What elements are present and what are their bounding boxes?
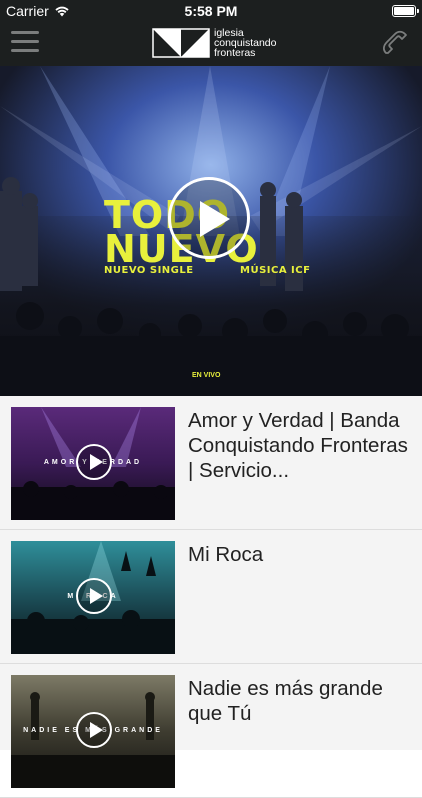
video-list: AMOR Y VERDAD Amor y Verdad | Banda Conq… <box>0 396 422 798</box>
hamburger-menu-icon[interactable] <box>11 31 39 55</box>
hero-subtitle-right: MÚSICA ICF <box>240 265 311 276</box>
video-list-item[interactable]: AMOR Y VERDAD Amor y Verdad | Banda Conq… <box>0 396 422 530</box>
play-icon[interactable] <box>76 578 112 614</box>
logo-mark-icon <box>152 28 210 58</box>
status-time: 5:58 PM <box>184 3 238 19</box>
play-icon[interactable] <box>76 712 112 748</box>
church-logo: iglesia conquistando fronteras <box>152 26 276 60</box>
video-title: Mi Roca <box>188 543 264 566</box>
video-title: Nadie es más grande que Tú <box>188 677 383 725</box>
logo-text: iglesia conquistando fronteras <box>214 28 276 59</box>
video-list-item[interactable]: MI ROCA Mi Roca <box>0 530 422 664</box>
nav-bar: iglesia conquistando fronteras <box>0 22 422 66</box>
phone-icon[interactable] <box>380 29 410 59</box>
video-thumbnail: MI ROCA <box>11 541 175 654</box>
video-title: Amor y Verdad | Banda Conquistando Front… <box>188 409 408 482</box>
video-list-item[interactable]: NADIE ES MÁS GRANDE Nadie es más grande … <box>0 664 422 798</box>
battery-icon <box>392 5 419 17</box>
status-bar: Carrier 5:58 PM <box>0 0 422 22</box>
hero-subtitle-left: NUEVO SINGLE <box>104 265 194 276</box>
featured-video[interactable]: TODO NUEVO NUEVO SINGLE MÚSICA ICF EN VI… <box>0 66 422 396</box>
video-thumbnail: AMOR Y VERDAD <box>11 407 175 520</box>
status-right <box>392 5 419 17</box>
video-thumbnail: NADIE ES MÁS GRANDE <box>11 675 175 788</box>
hero-live-label: EN VIVO <box>192 372 221 379</box>
play-icon[interactable] <box>168 177 250 259</box>
play-icon[interactable] <box>76 444 112 480</box>
logo-line: fronteras <box>214 47 256 59</box>
